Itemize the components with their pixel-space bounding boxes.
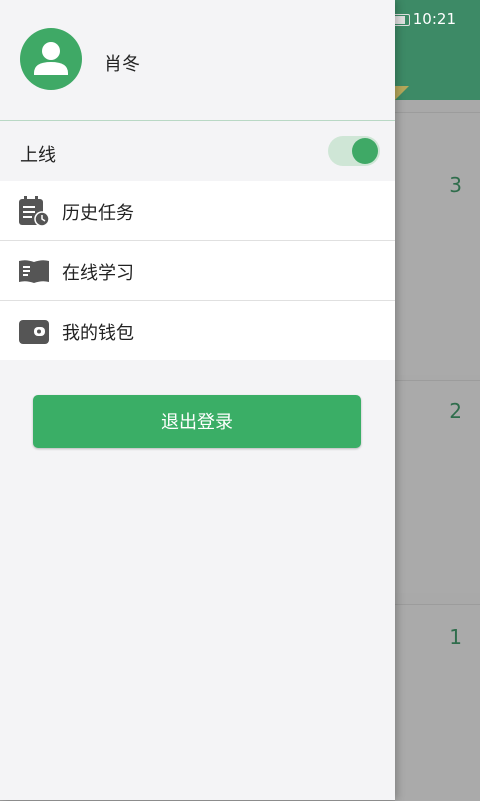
count-value: 3 (449, 173, 462, 197)
navigation-drawer: 肖冬 上线 历史任务 在线学习 我的钱包 退出登录 (0, 0, 395, 800)
menu-item-label: 我的钱包 (62, 323, 134, 344)
username: 肖冬 (104, 54, 140, 75)
count-value: 2 (449, 399, 462, 423)
book-icon (19, 260, 49, 283)
header-decoration (395, 86, 409, 100)
menu-item-label: 历史任务 (62, 203, 134, 224)
online-toggle[interactable] (328, 136, 380, 166)
avatar[interactable] (20, 28, 82, 90)
wallet-icon (19, 320, 49, 344)
background-card: 3 (395, 112, 480, 375)
background-card: 2 (395, 380, 480, 593)
menu-item-online-learning[interactable]: 在线学习 (0, 241, 395, 301)
status-time: 10:21 (412, 10, 456, 28)
background-card: 1 (395, 604, 480, 801)
history-task-icon (19, 196, 50, 226)
menu-item-my-wallet[interactable]: 我的钱包 (0, 301, 395, 360)
user-icon (34, 42, 68, 75)
menu-item-label: 在线学习 (62, 263, 134, 284)
count-value: 1 (449, 625, 462, 649)
toggle-knob (352, 138, 378, 164)
online-label: 上线 (20, 145, 56, 166)
drawer-menu: 历史任务 在线学习 我的钱包 (0, 181, 395, 360)
logout-button[interactable]: 退出登录 (33, 395, 361, 448)
profile-header: 肖冬 (0, 0, 395, 121)
menu-item-history-tasks[interactable]: 历史任务 (0, 181, 395, 241)
